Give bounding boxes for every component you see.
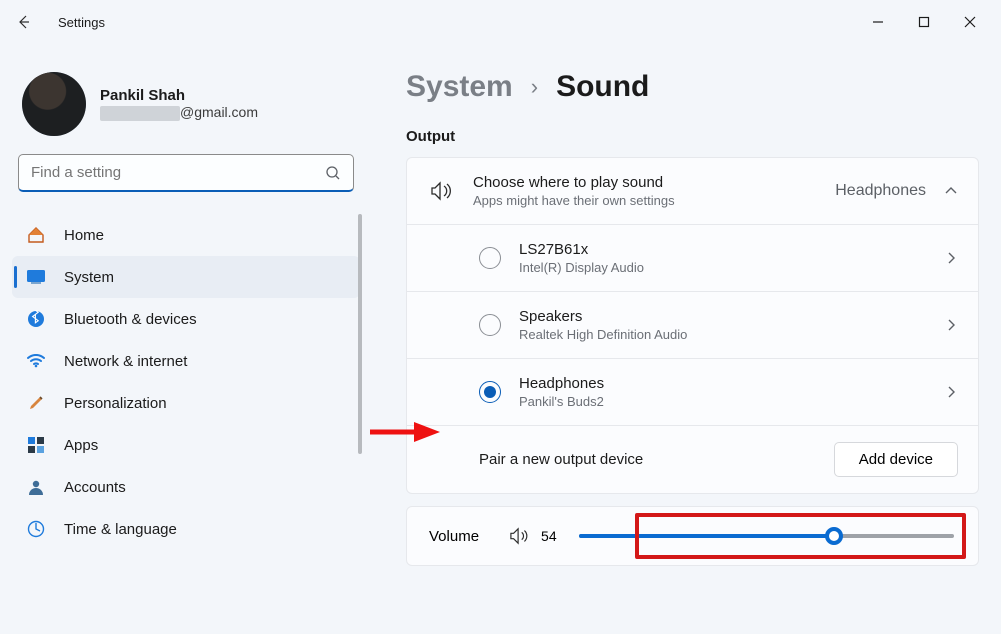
nav-scrollbar[interactable] [358, 214, 362, 454]
nav-list: Home System Bluetooth & devices Network … [12, 214, 360, 550]
window-controls [855, 6, 993, 38]
bluetooth-icon [26, 309, 46, 329]
device-name: Headphones [519, 375, 926, 392]
search-icon [325, 165, 341, 181]
sidebar: Pankil Shah @gmail.com Home System Bluet… [0, 44, 370, 634]
section-output-label: Output [406, 128, 979, 145]
pair-device-row: Pair a new output device Add device [407, 425, 978, 493]
volume-controls: 54 [499, 520, 956, 552]
sidebar-item-network[interactable]: Network & internet [12, 340, 360, 382]
system-icon [26, 267, 46, 287]
back-button[interactable] [8, 6, 40, 38]
person-icon [26, 477, 46, 497]
wifi-icon [26, 351, 46, 371]
choose-output-row[interactable]: Choose where to play sound Apps might ha… [407, 158, 978, 224]
main-content: System › Sound Output Choose where to pl… [370, 44, 1001, 634]
volume-card: Volume 54 [406, 506, 979, 566]
row-title: Choose where to play sound [473, 174, 817, 191]
slider-thumb[interactable] [825, 527, 843, 545]
globe-clock-icon [26, 519, 46, 539]
sidebar-item-system[interactable]: System [12, 256, 360, 298]
close-button[interactable] [947, 6, 993, 38]
output-card: Choose where to play sound Apps might ha… [406, 157, 979, 494]
user-name: Pankil Shah [100, 87, 258, 104]
pair-label: Pair a new output device [479, 451, 816, 468]
radio-button[interactable] [479, 247, 501, 269]
sidebar-item-label: Personalization [64, 395, 167, 412]
home-icon [26, 225, 46, 245]
app-title: Settings [58, 15, 105, 30]
device-desc: Intel(R) Display Audio [519, 260, 926, 275]
output-device-row[interactable]: Headphones Pankil's Buds2 [407, 358, 978, 425]
breadcrumb: System › Sound [406, 70, 979, 104]
minimize-button[interactable] [855, 6, 901, 38]
sidebar-item-time-language[interactable]: Time & language [12, 508, 360, 550]
sidebar-item-label: Home [64, 227, 104, 244]
brush-icon [26, 393, 46, 413]
device-name: LS27B61x [519, 241, 926, 258]
chevron-up-icon [944, 184, 958, 198]
speaker-icon [427, 181, 455, 201]
profile-block[interactable]: Pankil Shah @gmail.com [12, 60, 360, 154]
sidebar-item-label: Bluetooth & devices [64, 311, 197, 328]
user-email: @gmail.com [100, 104, 258, 121]
volume-slider[interactable] [579, 526, 954, 546]
search-input[interactable] [31, 164, 325, 181]
arrow-left-icon [16, 14, 32, 30]
apps-icon [26, 435, 46, 455]
sidebar-item-label: Accounts [64, 479, 126, 496]
sidebar-item-bluetooth[interactable]: Bluetooth & devices [12, 298, 360, 340]
sidebar-item-label: Apps [64, 437, 98, 454]
output-device-row[interactable]: Speakers Realtek High Definition Audio [407, 291, 978, 358]
sidebar-item-home[interactable]: Home [12, 214, 360, 256]
search-box[interactable] [18, 154, 354, 192]
device-desc: Realtek High Definition Audio [519, 327, 926, 342]
volume-label: Volume [429, 528, 479, 545]
avatar [22, 72, 86, 136]
radio-button[interactable] [479, 314, 501, 336]
output-device-row[interactable]: LS27B61x Intel(R) Display Audio [407, 224, 978, 291]
titlebar: Settings [0, 0, 1001, 44]
sidebar-item-accounts[interactable]: Accounts [12, 466, 360, 508]
device-name: Speakers [519, 308, 926, 325]
sidebar-item-apps[interactable]: Apps [12, 424, 360, 466]
chevron-right-icon [944, 251, 958, 265]
volume-value: 54 [541, 528, 567, 544]
device-desc: Pankil's Buds2 [519, 394, 926, 409]
volume-icon[interactable] [509, 527, 529, 545]
radio-button[interactable] [479, 381, 501, 403]
sidebar-item-personalization[interactable]: Personalization [12, 382, 360, 424]
chevron-right-icon [944, 385, 958, 399]
row-subtitle: Apps might have their own settings [473, 193, 817, 208]
sidebar-item-label: System [64, 269, 114, 286]
sidebar-item-label: Time & language [64, 521, 177, 538]
chevron-right-icon: › [531, 74, 538, 100]
page-title: Sound [556, 70, 649, 104]
sidebar-item-label: Network & internet [64, 353, 187, 370]
maximize-button[interactable] [901, 6, 947, 38]
add-device-button[interactable]: Add device [834, 442, 958, 477]
breadcrumb-parent[interactable]: System [406, 70, 513, 104]
output-selected-value: Headphones [835, 182, 926, 200]
chevron-right-icon [944, 318, 958, 332]
